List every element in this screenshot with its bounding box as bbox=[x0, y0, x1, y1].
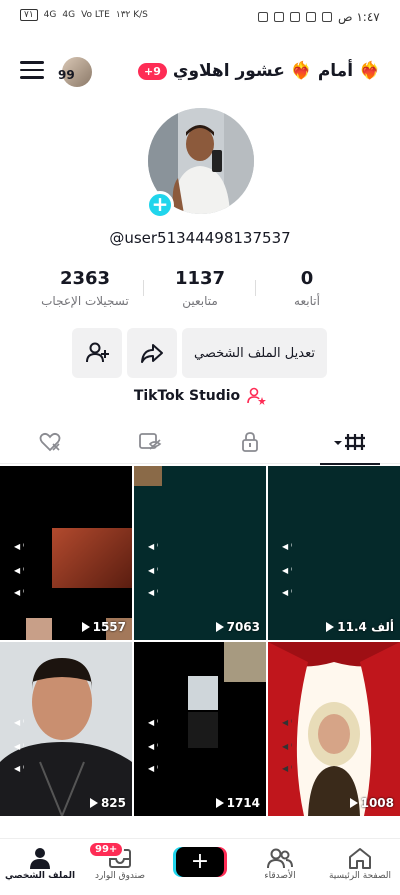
profile-icon bbox=[30, 848, 50, 869]
profile-tabs bbox=[0, 420, 400, 465]
friends-icon bbox=[267, 848, 293, 869]
play-icon bbox=[349, 798, 358, 808]
views-label: 11.4 ألف bbox=[337, 620, 394, 634]
play-icon bbox=[215, 798, 224, 808]
share-profile-button[interactable] bbox=[127, 328, 177, 378]
account-switch-badge[interactable]: +9 bbox=[138, 62, 167, 80]
edit-profile-button[interactable]: تعديل الملف الشخصي bbox=[182, 328, 327, 378]
add-friend-icon bbox=[86, 342, 109, 363]
menu-icon[interactable] bbox=[20, 61, 44, 81]
nav-friends[interactable]: الأصدقاء bbox=[240, 845, 320, 881]
inbox-badge: 99+ bbox=[88, 841, 125, 858]
page-title: أمام ❤️‍🔥 عشور اهلاوي ❤️‍🔥 bbox=[172, 61, 381, 81]
divider bbox=[143, 280, 144, 296]
cloud-icon bbox=[290, 12, 300, 22]
play-icon bbox=[326, 622, 335, 632]
stat-value: 2363 bbox=[59, 268, 111, 289]
view-count: 825 bbox=[89, 796, 126, 810]
home-icon bbox=[349, 848, 371, 869]
tab-videos[interactable] bbox=[300, 420, 400, 465]
tab-liked[interactable] bbox=[0, 420, 100, 464]
bottom-nav: الصفحة الرئيسية الأصدقاء + صندوق الوارد … bbox=[0, 838, 400, 895]
office-icon bbox=[306, 12, 316, 22]
views-label: 1557 bbox=[92, 620, 126, 634]
video-thumbnail[interactable]: ◀ ⁱ ◀ ⁱ ◀ ⁱ 825 bbox=[0, 642, 132, 816]
stat-likes[interactable]: 2363 تسجيلات الإعجاب bbox=[30, 268, 140, 308]
nav-profile[interactable]: الملف الشخصي bbox=[0, 845, 80, 881]
nav-label: الملف الشخصي bbox=[4, 871, 76, 881]
tab-reposts[interactable] bbox=[100, 420, 200, 464]
studio-user-icon bbox=[247, 387, 267, 405]
views-label: 825 bbox=[100, 796, 126, 810]
add-avatar-button[interactable]: + bbox=[146, 191, 174, 219]
hidden-eye-icon bbox=[139, 433, 162, 450]
stat-label: متابعين bbox=[182, 294, 218, 308]
profile-header[interactable]: +9 أمام ❤️‍🔥 عشور اهلاوي ❤️‍🔥 bbox=[138, 58, 380, 84]
username: @user51344498137537 bbox=[109, 229, 291, 247]
tiktok-studio-link[interactable]: TikTok Studio bbox=[0, 387, 400, 405]
stat-label: تسجيلات الإعجاب bbox=[41, 294, 129, 308]
video-thumbnail[interactable]: ◀ ⁱ ◀ ⁱ ◀ ⁱ 7063 bbox=[134, 466, 266, 640]
stat-followers[interactable]: 1137 متابعين bbox=[145, 268, 255, 308]
stat-value: 0 bbox=[300, 268, 314, 289]
stats-row: 2363 تسجيلات الإعجاب 1137 متابعين 0 أتاب… bbox=[30, 268, 370, 318]
android-icon bbox=[274, 12, 284, 22]
battery-indicator: ٧١ bbox=[20, 9, 38, 21]
studio-label: TikTok Studio bbox=[133, 388, 241, 404]
lock-icon bbox=[242, 432, 258, 452]
play-icon bbox=[81, 622, 90, 632]
video-thumbnail[interactable]: ◀ ⁱ ◀ ⁱ ◀ ⁱ 11.4 ألف bbox=[268, 466, 400, 640]
play-icon bbox=[215, 622, 224, 632]
video-thumbnail[interactable]: ◀ ⁱ ◀ ⁱ ◀ ⁱ 1008 bbox=[268, 642, 400, 816]
create-button[interactable]: + bbox=[176, 847, 224, 877]
view-count: 1714 bbox=[215, 796, 260, 810]
nav-label: الأصدقاء bbox=[264, 871, 296, 881]
nfc-icon bbox=[258, 12, 268, 22]
play-icon bbox=[89, 798, 98, 808]
liked-heart-icon bbox=[39, 432, 61, 452]
stat-value: 1137 bbox=[174, 268, 226, 289]
stat-following[interactable]: 0 أتابعه bbox=[252, 268, 362, 308]
share-icon bbox=[141, 344, 163, 363]
video-photo bbox=[268, 642, 400, 816]
video-thumbnail[interactable]: ◀ ⁱ ◀ ⁱ ◀ ⁱ 1714 bbox=[134, 642, 266, 816]
view-count: 1557 bbox=[81, 620, 126, 634]
speed-indicator: ١٣٢ K/S bbox=[115, 10, 148, 20]
views-label: 1714 bbox=[226, 796, 260, 810]
notification-count: 99 bbox=[58, 68, 75, 82]
volte-indicator: Vo LTE bbox=[81, 10, 110, 20]
status-bar: ٧١ 4G 4G Vo LTE ١٣٢ K/S ١:٤٧ ص bbox=[0, 0, 400, 36]
view-count: 11.4 ألف bbox=[326, 620, 394, 634]
tab-private[interactable] bbox=[200, 420, 300, 464]
view-count: 1008 bbox=[349, 796, 394, 810]
videos-grid-icon bbox=[334, 434, 365, 450]
nav-home[interactable]: الصفحة الرئيسية bbox=[320, 845, 400, 881]
nav-label: صندوق الوارد bbox=[94, 871, 146, 881]
nav-label: الصفحة الرئيسية bbox=[328, 871, 392, 881]
nav-inbox[interactable]: صندوق الوارد 99+ bbox=[80, 841, 160, 881]
video-thumbnail[interactable]: ◀ ⁱ ◀ ⁱ ◀ ⁱ 1557 bbox=[0, 466, 132, 640]
video-photo bbox=[0, 642, 132, 816]
add-friend-button[interactable] bbox=[72, 328, 122, 378]
views-label: 1008 bbox=[360, 796, 394, 810]
views-label: 7063 bbox=[226, 620, 260, 634]
settings-icon bbox=[322, 12, 332, 22]
network-indicator-2: 4G bbox=[62, 10, 76, 20]
network-indicator: 4G bbox=[43, 10, 57, 20]
status-left: ٧١ 4G 4G Vo LTE ١٣٢ K/S bbox=[20, 9, 148, 21]
view-count: 7063 bbox=[215, 620, 260, 634]
stat-label: أتابعه bbox=[294, 294, 320, 308]
video-grid: ◀ ⁱ ◀ ⁱ ◀ ⁱ 1557 ◀ ⁱ ◀ ⁱ ◀ ⁱ 7063 ◀ ⁱ ◀ … bbox=[0, 466, 400, 840]
clock: ١:٤٧ ص bbox=[338, 10, 380, 24]
status-right: ١:٤٧ ص bbox=[258, 10, 380, 24]
